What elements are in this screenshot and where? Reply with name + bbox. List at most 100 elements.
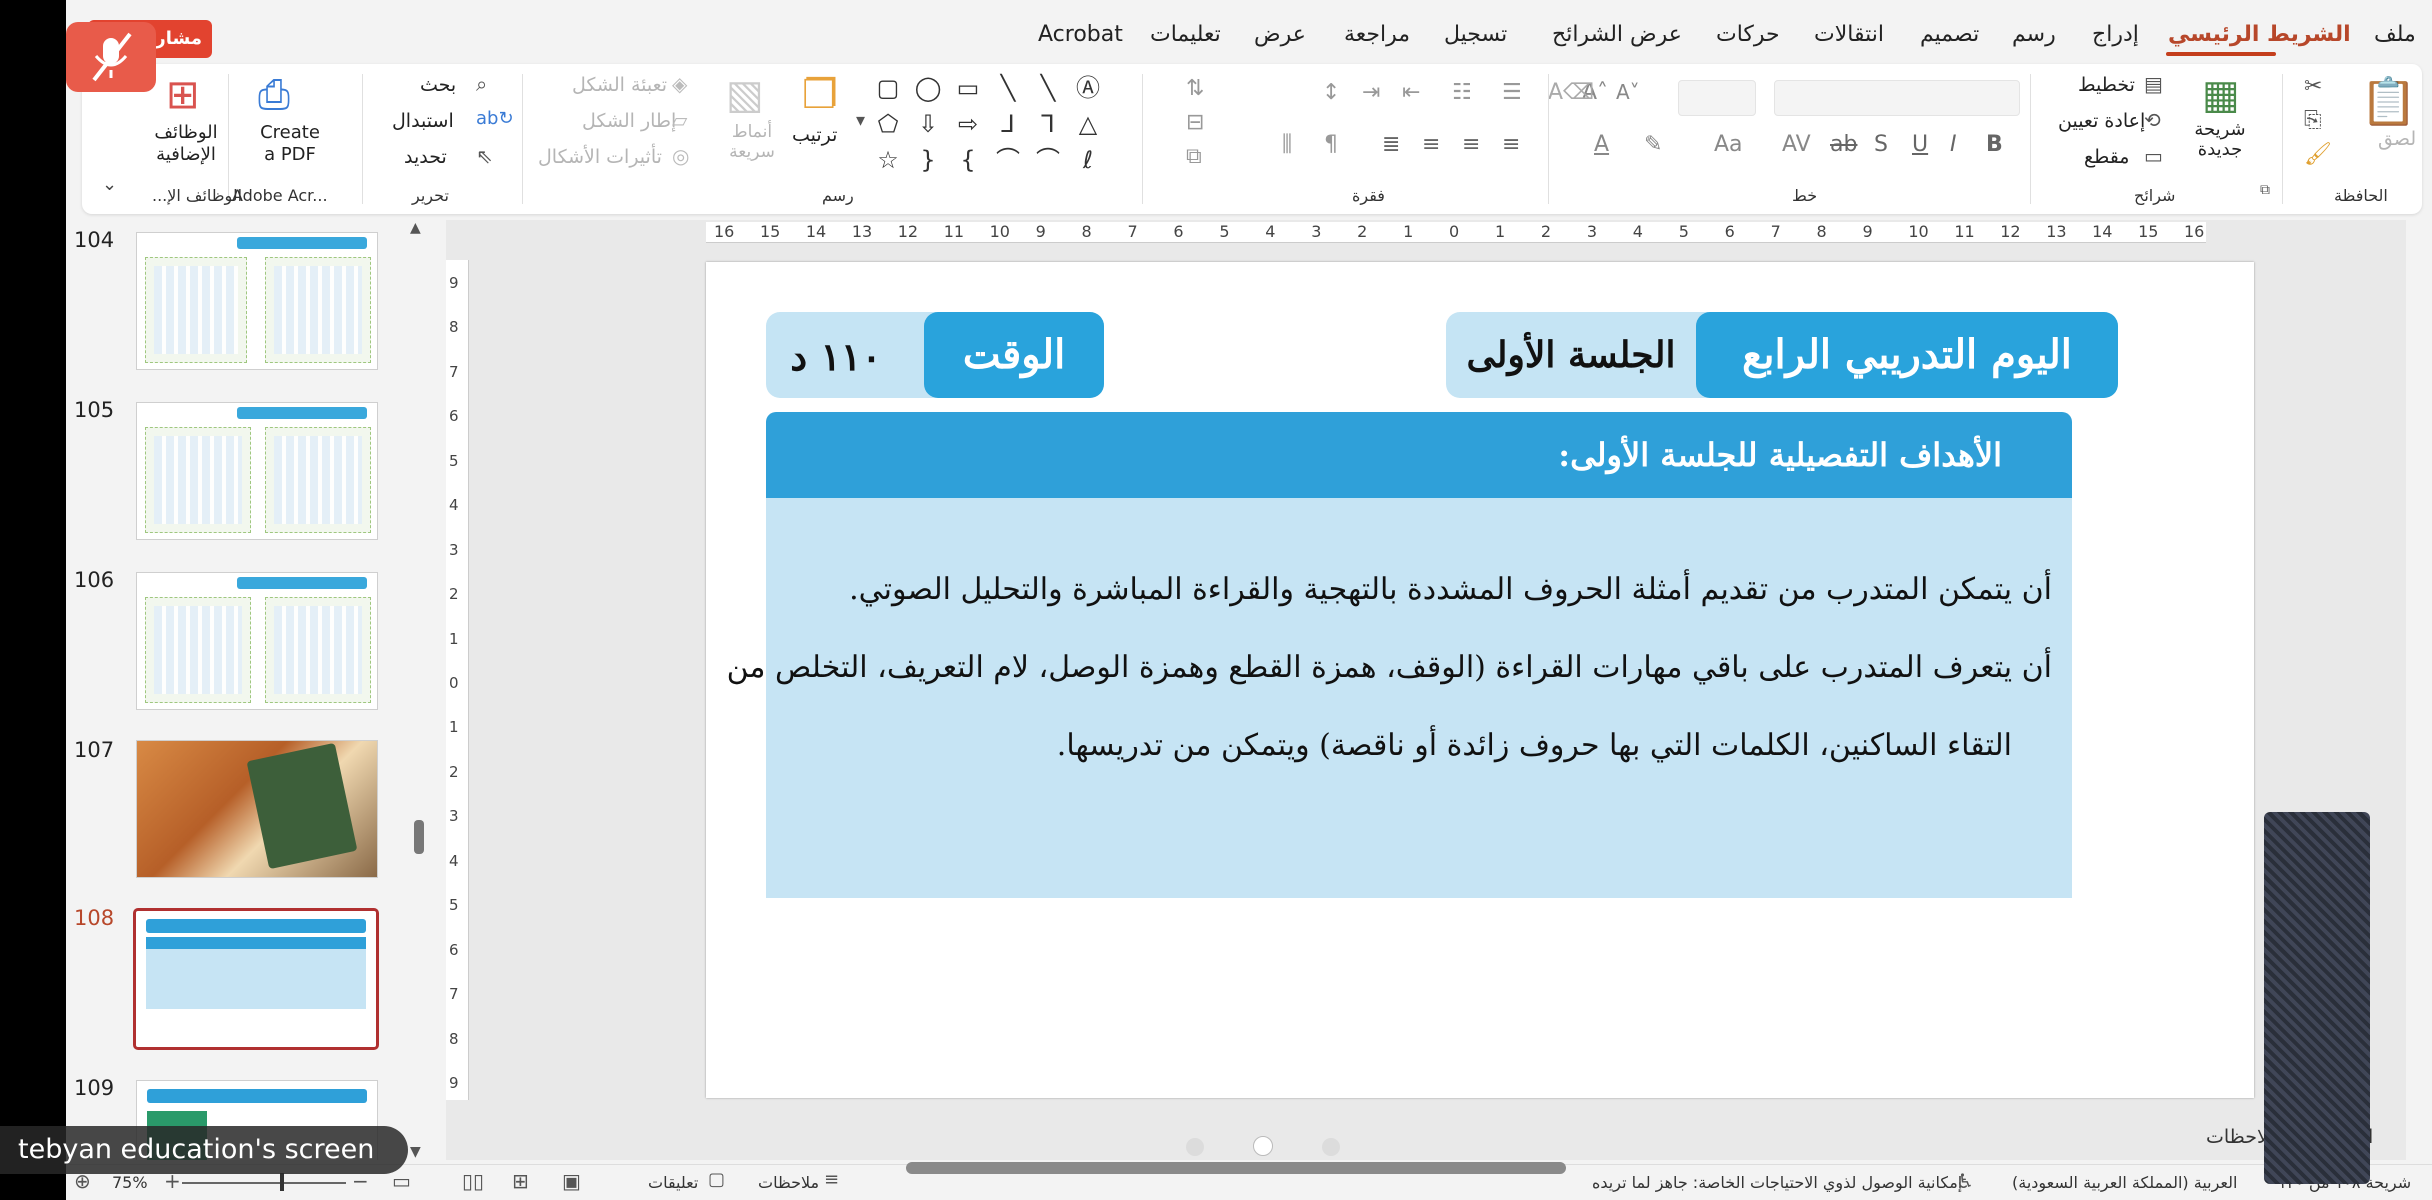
shape-rounded-rect-icon[interactable]: ▢ bbox=[872, 72, 904, 104]
participant-video-tile[interactable] bbox=[2264, 812, 2370, 1184]
shape-arrow-down-icon[interactable]: ⇩ bbox=[912, 108, 944, 140]
layout-button[interactable]: تخطيط bbox=[2078, 74, 2135, 96]
font-shrink-icon[interactable]: A˅ bbox=[1616, 80, 1640, 104]
tab-acrobat[interactable]: Acrobat bbox=[1038, 22, 1123, 47]
copy-icon[interactable]: ⎘ bbox=[2304, 108, 2322, 133]
font-name-input[interactable] bbox=[1774, 80, 2020, 116]
shapes-more-icon[interactable]: ▾ bbox=[856, 110, 865, 131]
paste-button-label[interactable]: لصق bbox=[2378, 128, 2416, 150]
shape-connector-icon[interactable]: ⅃ bbox=[992, 108, 1024, 140]
change-case-icon[interactable]: Aa bbox=[1714, 132, 1743, 157]
cut-icon[interactable]: ✂ bbox=[2304, 74, 2322, 99]
align-left-icon[interactable]: ≡ bbox=[1422, 132, 1440, 157]
format-painter-icon[interactable]: 🖌 bbox=[2304, 142, 2332, 167]
slide-thumbnail[interactable] bbox=[136, 232, 378, 370]
shape-connector-icon[interactable]: ⅂ bbox=[1032, 108, 1064, 140]
addins-button[interactable]: الوظائف الإضافية bbox=[146, 122, 226, 166]
indicator-dot[interactable] bbox=[1322, 1138, 1341, 1156]
shape-brace-icon[interactable]: } bbox=[912, 144, 944, 176]
shape-triangle-icon[interactable]: △ bbox=[1072, 108, 1104, 140]
pdf-icon[interactable]: ⎙ bbox=[258, 72, 290, 118]
decrease-indent-icon[interactable]: ⇤ bbox=[1402, 80, 1420, 105]
align-right-icon[interactable]: ≡ bbox=[1502, 132, 1520, 157]
shadow-icon[interactable]: S bbox=[1874, 132, 1888, 157]
underline-icon[interactable]: U bbox=[1912, 132, 1928, 157]
collapse-ribbon-icon[interactable]: ⌄ bbox=[102, 174, 117, 195]
shapes-gallery[interactable]: Ⓐ ╲ ╲ ▭ ◯ ▢ △ ⅂ ⅃ ⇨ ⇩ ⬠ ℓ ⌒ ⌒ { } ☆ bbox=[877, 72, 1132, 184]
reset-button[interactable]: إعادة تعيين bbox=[2058, 110, 2145, 132]
align-text-icon[interactable]: ⊟ bbox=[1186, 110, 1204, 135]
highlight-icon[interactable]: ✎ bbox=[1644, 132, 1662, 157]
quick-styles-icon[interactable]: ▧ bbox=[726, 72, 764, 118]
bold-icon[interactable]: B bbox=[1986, 132, 2003, 157]
shape-freeform-icon[interactable]: ℓ bbox=[1072, 144, 1104, 176]
slide-thumbnail[interactable] bbox=[136, 402, 378, 540]
tab-view[interactable]: عرض bbox=[1254, 22, 1306, 47]
reading-view-icon[interactable]: ▯▯ bbox=[462, 1169, 484, 1193]
shape-outline-button[interactable]: إطار الشكل bbox=[582, 110, 676, 132]
columns-icon[interactable]: ⫼ bbox=[1282, 132, 1292, 157]
rtl-icon[interactable]: ¶ bbox=[1324, 132, 1338, 157]
zoom-slider-thumb[interactable] bbox=[280, 1173, 284, 1191]
shape-arc-icon[interactable]: ⌒ bbox=[1032, 144, 1064, 176]
strikethrough-icon[interactable]: ab bbox=[1830, 132, 1857, 157]
find-button[interactable]: بحث bbox=[420, 74, 456, 96]
tab-slideshow[interactable]: عرض الشرائح bbox=[1552, 22, 1682, 47]
new-slide-button[interactable]: شريحة جديدة bbox=[2180, 120, 2260, 160]
align-center-icon[interactable]: ≡ bbox=[1462, 132, 1480, 157]
slideshow-icon[interactable]: ▭ bbox=[392, 1169, 411, 1193]
shape-effects-button[interactable]: تأثيرات الأشكال bbox=[538, 146, 662, 168]
tab-design[interactable]: تصميم bbox=[1920, 22, 1979, 47]
slide-sorter-icon[interactable]: ⊞ bbox=[512, 1169, 529, 1193]
shape-arrow-right-icon[interactable]: ⇨ bbox=[952, 108, 984, 140]
zoom-slider[interactable] bbox=[182, 1182, 346, 1184]
numbering-icon[interactable]: ☷ bbox=[1452, 80, 1472, 105]
addins-icon[interactable]: ⊞ bbox=[166, 72, 200, 118]
select-button[interactable]: تحديد bbox=[404, 146, 447, 168]
tab-help[interactable]: تعليمات bbox=[1150, 22, 1221, 47]
current-slide[interactable]: الجلسة الأولى اليوم التدريبي الرابع ١١٠ … bbox=[706, 262, 2254, 1098]
normal-view-icon[interactable]: ▣ bbox=[562, 1169, 581, 1193]
shape-line-icon[interactable]: ╲ bbox=[1032, 72, 1064, 104]
horizontal-scrollbar-thumb[interactable] bbox=[906, 1162, 1566, 1174]
tab-file[interactable]: ملف bbox=[2374, 22, 2416, 47]
shape-line-icon[interactable]: ╲ bbox=[992, 72, 1024, 104]
shape-brace-icon[interactable]: { bbox=[952, 144, 984, 176]
increase-indent-icon[interactable]: ⇥ bbox=[1362, 80, 1380, 105]
indicator-dot[interactable] bbox=[1186, 1138, 1204, 1156]
paste-icon[interactable]: 📋 bbox=[2360, 74, 2417, 129]
thumbnail-scrollbar-thumb[interactable] bbox=[414, 820, 424, 854]
shape-arc-icon[interactable]: ⌒ bbox=[992, 144, 1024, 176]
arrange-icon[interactable]: ❐ bbox=[802, 72, 838, 118]
clipboard-launcher-icon[interactable]: ⧉ bbox=[2260, 182, 2270, 198]
slide-thumbnail-selected[interactable] bbox=[133, 908, 379, 1050]
justify-icon[interactable]: ≣ bbox=[1382, 132, 1400, 157]
mute-button[interactable] bbox=[66, 22, 156, 92]
tab-draw[interactable]: رسم bbox=[2012, 22, 2056, 47]
zoom-level[interactable]: 75% bbox=[112, 1173, 148, 1192]
clear-format-icon[interactable]: A⌫ bbox=[1548, 80, 1594, 105]
scroll-up-icon[interactable]: ▲ bbox=[410, 220, 421, 236]
italic-icon[interactable]: I bbox=[1950, 132, 1957, 157]
shape-rectangle-icon[interactable]: ▭ bbox=[952, 72, 984, 104]
accessibility-status[interactable]: إمكانية الوصول لذوي الاحتياجات الخاصة: ج… bbox=[1592, 1173, 1962, 1192]
font-color-icon[interactable]: A bbox=[1594, 132, 1609, 157]
tab-home[interactable]: الشريط الرئيسي bbox=[2168, 22, 2351, 47]
comments-button[interactable]: تعليقات bbox=[648, 1173, 698, 1192]
tab-transitions[interactable]: انتقالات bbox=[1814, 22, 1884, 47]
smartart-icon[interactable]: ⧉ bbox=[1186, 144, 1202, 169]
notes-button[interactable]: ملاحظات bbox=[758, 1173, 819, 1192]
scroll-down-icon[interactable]: ▼ bbox=[410, 1144, 421, 1160]
replace-button[interactable]: استبدال bbox=[392, 110, 454, 132]
section-button[interactable]: مقطع bbox=[2084, 146, 2130, 168]
language-indicator[interactable]: العربية (المملكة العربية السعودية) bbox=[2012, 1173, 2237, 1192]
tab-insert[interactable]: إدراج bbox=[2092, 22, 2139, 47]
slide-thumbnail[interactable] bbox=[136, 740, 378, 878]
arrange-button[interactable]: ترتيب bbox=[792, 124, 837, 146]
new-slide-icon[interactable]: ▦ bbox=[2202, 72, 2240, 118]
shape-oval-icon[interactable]: ◯ bbox=[912, 72, 944, 104]
shape-textbox-icon[interactable]: Ⓐ bbox=[1072, 72, 1104, 104]
bullets-icon[interactable]: ☰ bbox=[1502, 80, 1522, 105]
slide-thumbnail[interactable] bbox=[136, 572, 378, 710]
line-spacing-icon[interactable]: ↕ bbox=[1322, 80, 1340, 105]
